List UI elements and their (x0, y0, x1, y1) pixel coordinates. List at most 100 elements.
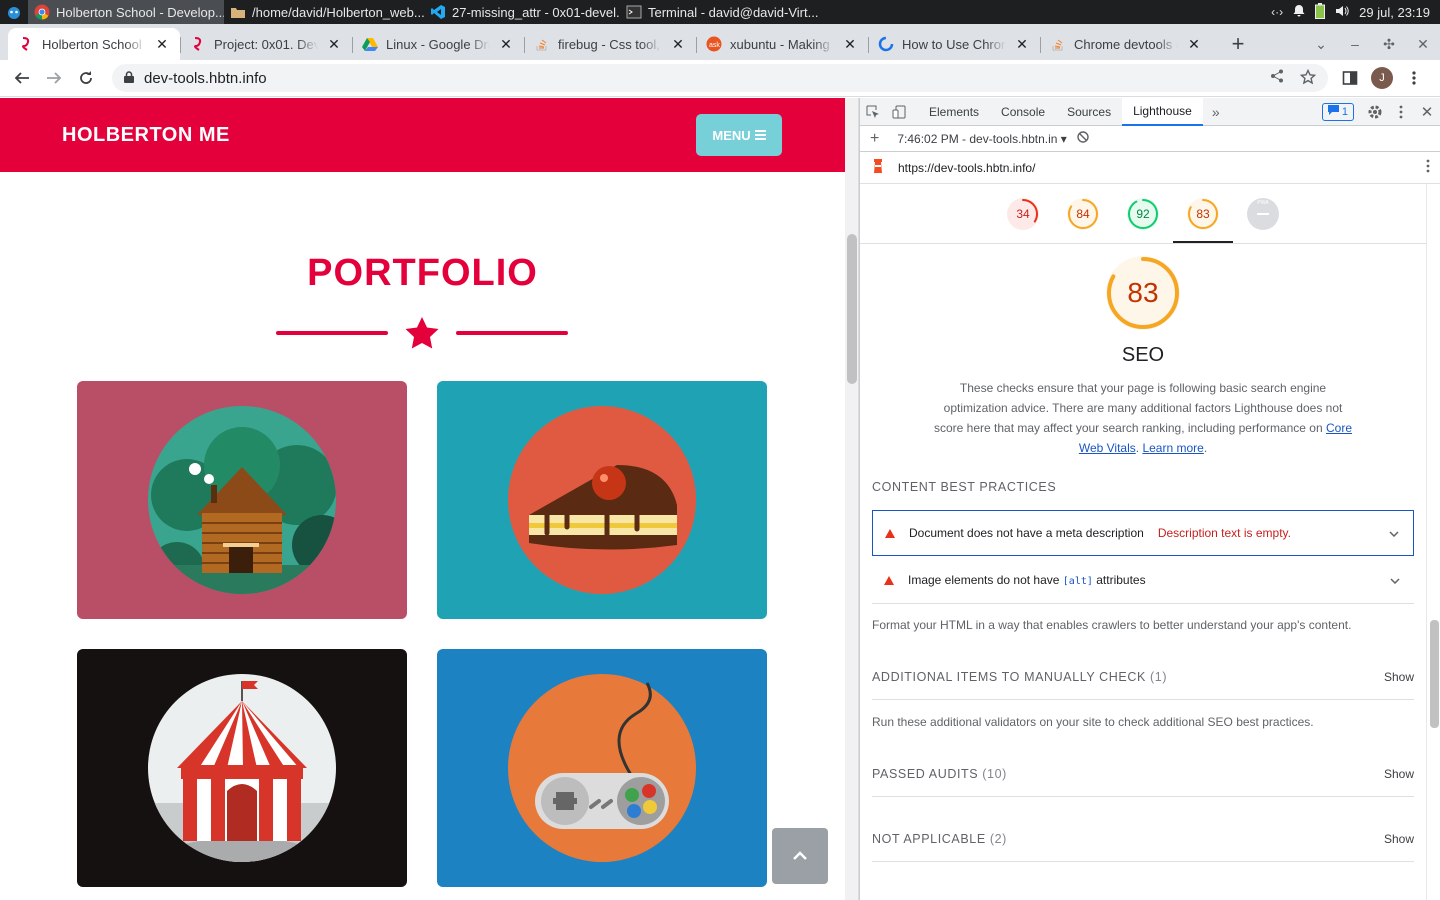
browser-tab[interactable]: Linux - Google Drive ✕ (352, 28, 524, 60)
clock[interactable]: 29 jul, 23:19 (1359, 5, 1430, 20)
browser-tab[interactable]: Holberton School - Int ✕ (8, 28, 180, 60)
menu-button[interactable]: MENU (696, 114, 782, 156)
tab-elements[interactable]: Elements (918, 98, 990, 126)
more-tabs-icon[interactable]: » (1203, 98, 1229, 126)
url-text[interactable]: dev-tools.hbtn.info (144, 70, 267, 87)
lock-icon[interactable] (124, 70, 134, 86)
taskbar-item-terminal[interactable]: Terminal - david@david-Virt... (620, 0, 820, 24)
star-icon (405, 317, 439, 349)
audit-title: Image elements do not have [alt] attribu… (908, 573, 1146, 587)
device-toggle-icon[interactable] (886, 98, 912, 126)
browser-tab[interactable]: firebug - Css tool, to ✕ (524, 28, 696, 60)
show-button[interactable]: Show (1384, 767, 1414, 781)
reload-button[interactable] (72, 64, 100, 92)
devtools-scrollbar[interactable] (1426, 184, 1440, 900)
maximize-icon[interactable]: ✣ (1372, 36, 1406, 53)
more-vert-icon[interactable] (1426, 159, 1430, 176)
close-icon[interactable]: ✕ (1186, 36, 1202, 52)
terminal-icon (626, 4, 642, 20)
window-close-icon[interactable]: ✕ (1406, 36, 1440, 53)
bookmark-star-icon[interactable] (1299, 68, 1317, 88)
close-icon[interactable]: ✕ (1014, 36, 1030, 52)
tab-label: Project: 0x01. Developer tools (214, 36, 318, 52)
portfolio-card-circus[interactable] (77, 649, 407, 887)
tab-console[interactable]: Console (990, 98, 1056, 126)
score-seo: 83 (1196, 207, 1210, 221)
scrollbar-thumb[interactable] (847, 234, 857, 384)
back-button[interactable] (8, 64, 36, 92)
tab-search-icon[interactable]: ⌄ (1304, 36, 1338, 53)
taskbar-item-files[interactable]: /home/david/Holberton_web... (224, 0, 424, 24)
taskbar-item-label: 27-missing_attr - 0x01-devel... (452, 4, 620, 20)
section-passed-audits[interactable]: PASSED AUDITS (10) Show (872, 767, 1414, 781)
scrollbar-thumb[interactable] (1430, 620, 1439, 728)
fail-triangle-icon (884, 575, 894, 585)
circus-tent-illustration-icon (148, 674, 336, 862)
lighthouse-icon (872, 158, 884, 177)
close-icon[interactable]: ✕ (670, 36, 686, 52)
audit-detail: Description text is empty. (1157, 526, 1291, 540)
report-selector[interactable]: 7:46:02 PM - dev-tools.hbtn.in ▾ (897, 132, 1066, 146)
taskbar-item-label: /home/david/Holberton_web... (252, 4, 424, 20)
divider (872, 861, 1414, 862)
show-button[interactable]: Show (1384, 832, 1414, 846)
section-not-applicable[interactable]: NOT APPLICABLE (2) Show (872, 832, 1414, 846)
web-page: HOLBERTON ME MENU PORTFOLIO (0, 98, 845, 900)
browser-tab[interactable]: ask xubuntu - Making a ✕ (696, 28, 868, 60)
network-icon[interactable]: ‹·› (1271, 5, 1283, 19)
bell-icon[interactable] (1293, 4, 1305, 20)
taskbar-item-chrome[interactable]: Holberton School - Develop... (28, 0, 224, 24)
close-icon[interactable]: ✕ (842, 36, 858, 52)
issues-badge[interactable]: 1 (1321, 102, 1354, 121)
forward-button[interactable] (40, 64, 68, 92)
share-icon[interactable] (1270, 69, 1284, 88)
audit-meta-description[interactable]: Document does not have a meta descriptio… (872, 510, 1414, 556)
google-drive-icon (362, 36, 378, 52)
side-panel-icon[interactable] (1336, 64, 1364, 92)
learn-more-link[interactable]: Learn more (1142, 441, 1203, 455)
page-scrollbar[interactable] (845, 98, 859, 900)
audit-title-post: attributes (1096, 573, 1146, 587)
new-report-icon[interactable]: + (870, 130, 879, 148)
report-url[interactable]: https://dev-tools.hbtn.info/ (898, 161, 1035, 175)
audit-image-alt[interactable]: Image elements do not have [alt] attribu… (872, 557, 1414, 603)
report-label: 7:46:02 PM - dev-tools.hbtn.in (897, 131, 1058, 146)
minimize-icon[interactable]: – (1338, 36, 1372, 52)
vscode-icon (430, 4, 446, 20)
close-icon[interactable]: ✕ (154, 36, 170, 52)
battery-icon[interactable] (1315, 2, 1326, 22)
new-tab-button[interactable]: + (1222, 28, 1254, 60)
browser-tab[interactable]: Chrome devtools and ✕ (1040, 28, 1212, 60)
xubuntu-menu-icon[interactable] (0, 0, 28, 24)
active-gauge-indicator (1173, 241, 1233, 243)
site-brand[interactable]: HOLBERTON ME (62, 124, 230, 147)
close-icon[interactable]: ✕ (498, 36, 514, 52)
close-icon[interactable]: ✕ (326, 36, 342, 52)
address-bar[interactable]: dev-tools.hbtn.info (112, 64, 1328, 92)
browser-tab[interactable]: Project: 0x01. Developer tools ✕ (180, 28, 352, 60)
portfolio-card-cabin[interactable] (77, 381, 407, 619)
chrome-icon (34, 4, 50, 20)
chevron-down-icon (1389, 526, 1399, 540)
tab-sources[interactable]: Sources (1056, 98, 1122, 126)
browser-tab[interactable]: How to Use Chrome ✕ (868, 28, 1040, 60)
hamburger-icon (754, 128, 766, 143)
browser-menu-icon[interactable] (1400, 64, 1428, 92)
chevron-up-icon (792, 849, 808, 864)
volume-icon[interactable] (1335, 5, 1349, 20)
clear-icon[interactable] (1077, 131, 1089, 146)
portfolio-card-cake[interactable] (437, 381, 767, 619)
inspect-element-icon[interactable] (860, 98, 886, 126)
show-button[interactable]: Show (1384, 670, 1414, 684)
devtools-menu-icon[interactable] (1388, 98, 1414, 126)
devtools-close-icon[interactable]: ✕ (1414, 98, 1440, 126)
scroll-to-top-button[interactable] (772, 828, 828, 884)
tab-lighthouse[interactable]: Lighthouse (1122, 97, 1203, 126)
section-manual-checks[interactable]: ADDITIONAL ITEMS TO MANUALLY CHECK (1) Sh… (872, 670, 1414, 684)
section-count: (2) (989, 832, 1007, 846)
score-best-practices: 92 (1136, 207, 1150, 221)
gear-icon[interactable] (1362, 98, 1388, 126)
profile-avatar[interactable]: J (1368, 64, 1396, 92)
portfolio-card-game-controller[interactable] (437, 649, 767, 887)
taskbar-item-vscode[interactable]: 27-missing_attr - 0x01-devel... (424, 0, 620, 24)
